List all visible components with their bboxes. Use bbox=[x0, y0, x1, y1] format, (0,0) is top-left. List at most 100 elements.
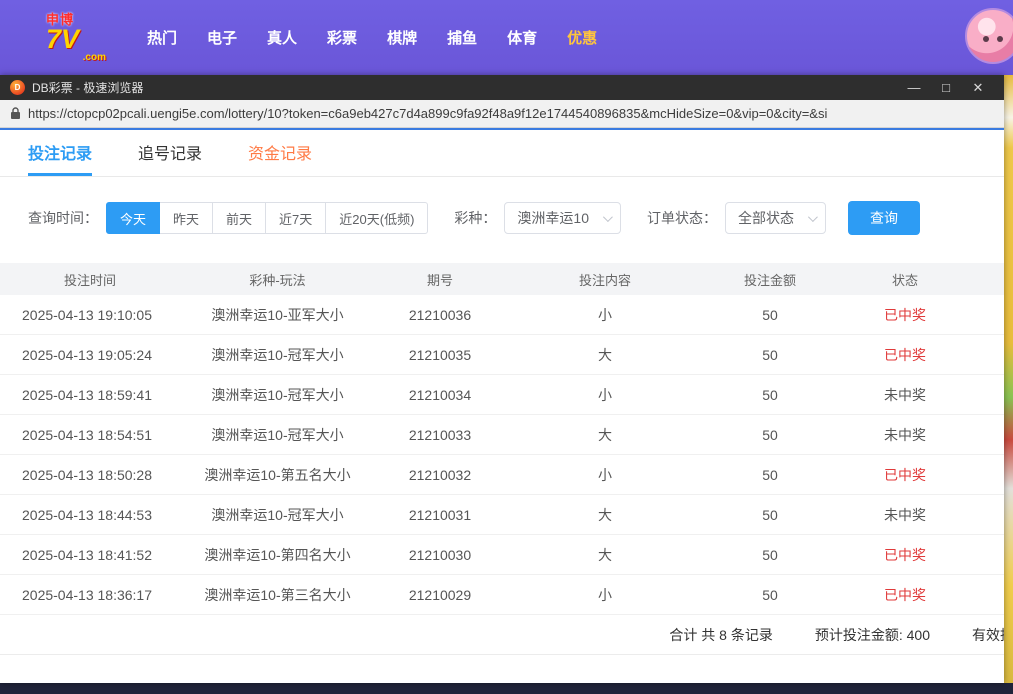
status-badge: 未中奖 bbox=[835, 425, 975, 445]
bet-amount: 50 bbox=[705, 387, 835, 403]
issue-number: 21210036 bbox=[375, 307, 505, 323]
bet-content: 小 bbox=[505, 585, 705, 605]
order-status-label: 订单状态： bbox=[647, 208, 717, 228]
url-text[interactable]: https://ctopcp02pcali.uengi5e.com/lotter… bbox=[28, 106, 994, 121]
status-badge: 已中奖 bbox=[835, 305, 975, 325]
lottery-label: 彩种： bbox=[454, 208, 496, 228]
nav-item-5[interactable]: 棋牌 bbox=[387, 27, 417, 48]
bet-amount: 50 bbox=[705, 307, 835, 323]
table-body: 2025-04-13 19:10:05澳洲幸运10-亚军大小21210036小5… bbox=[0, 295, 1004, 615]
nav-item-6[interactable]: 捕鱼 bbox=[447, 27, 477, 48]
bet-amount: 50 bbox=[705, 427, 835, 443]
tab-1[interactable]: 投注记录 bbox=[28, 130, 92, 176]
bet-content: 大 bbox=[505, 345, 705, 365]
column-header: 彩种-玩法 bbox=[180, 270, 375, 289]
game-play: 澳洲幸运10-冠军大小 bbox=[180, 345, 375, 365]
background-page-bottom bbox=[0, 683, 1013, 694]
table-row: 2025-04-13 18:41:52澳洲幸运10-第四名大小21210030大… bbox=[0, 535, 1004, 575]
tab-3[interactable]: 资金记录 bbox=[248, 130, 312, 176]
bet-content: 小 bbox=[505, 385, 705, 405]
tabs: 投注记录追号记录资金记录 bbox=[0, 130, 1004, 177]
window-titlebar[interactable]: D DB彩票 - 极速浏览器 — □ ✕ bbox=[0, 75, 1004, 100]
table-header: 投注时间彩种-玩法期号投注内容投注金额状态 bbox=[0, 263, 1004, 295]
browser-app-icon: D bbox=[10, 80, 25, 95]
time-filter-2[interactable]: 昨天 bbox=[159, 202, 213, 234]
column-header: 期号 bbox=[375, 270, 505, 289]
bet-time: 2025-04-13 18:59:41 bbox=[0, 387, 180, 403]
game-play: 澳洲幸运10-冠军大小 bbox=[180, 385, 375, 405]
nav-item-8[interactable]: 优惠 bbox=[567, 27, 597, 48]
bet-amount: 50 bbox=[705, 467, 835, 483]
time-filter-group: 今天昨天前天近7天近20天(低频) bbox=[106, 202, 428, 234]
table-row: 2025-04-13 18:54:51澳洲幸运10-冠军大小21210033大5… bbox=[0, 415, 1004, 455]
chevron-down-icon bbox=[808, 212, 818, 222]
lottery-select[interactable]: 澳洲幸运10 bbox=[504, 202, 621, 234]
issue-number: 21210031 bbox=[375, 507, 505, 523]
table-row: 2025-04-13 19:10:05澳洲幸运10-亚军大小21210036小5… bbox=[0, 295, 1004, 335]
bet-content: 小 bbox=[505, 305, 705, 325]
status-badge: 未中奖 bbox=[835, 385, 975, 405]
bet-time: 2025-04-13 19:05:24 bbox=[0, 347, 180, 363]
time-filter-5[interactable]: 近20天(低频) bbox=[325, 202, 428, 234]
nav-item-4[interactable]: 彩票 bbox=[327, 27, 357, 48]
user-avatar[interactable] bbox=[965, 8, 1013, 64]
issue-number: 21210030 bbox=[375, 547, 505, 563]
column-header: 投注时间 bbox=[0, 270, 180, 289]
lottery-select-value: 澳洲幸运10 bbox=[517, 208, 589, 228]
bet-amount: 50 bbox=[705, 507, 835, 523]
nav-item-7[interactable]: 体育 bbox=[507, 27, 537, 48]
game-play: 澳洲幸运10-冠军大小 bbox=[180, 425, 375, 445]
browser-window: D DB彩票 - 极速浏览器 — □ ✕ https://ctopcp02pca… bbox=[0, 75, 1004, 683]
order-status-select[interactable]: 全部状态 bbox=[725, 202, 826, 234]
bet-content: 大 bbox=[505, 425, 705, 445]
table-row: 2025-04-13 19:05:24澳洲幸运10-冠军大小21210035大5… bbox=[0, 335, 1004, 375]
minimize-icon[interactable]: — bbox=[898, 80, 930, 95]
site-logo[interactable]: 申博 7V .com bbox=[46, 13, 106, 63]
summary-bar: 合计 共 8 条记录 预计投注金额: 400 有效投注金额 bbox=[0, 615, 1004, 655]
window-title: DB彩票 - 极速浏览器 bbox=[32, 79, 143, 96]
game-play: 澳洲幸运10-第三名大小 bbox=[180, 585, 375, 605]
issue-number: 21210034 bbox=[375, 387, 505, 403]
query-button[interactable]: 查询 bbox=[848, 201, 920, 235]
nav-item-3[interactable]: 真人 bbox=[267, 27, 297, 48]
bet-content: 大 bbox=[505, 505, 705, 525]
time-filter-label: 查询时间： bbox=[28, 208, 98, 228]
bet-amount: 50 bbox=[705, 347, 835, 363]
time-filter-4[interactable]: 近7天 bbox=[265, 202, 326, 234]
summary-total: 合计 共 8 条记录 bbox=[669, 625, 772, 645]
issue-number: 21210033 bbox=[375, 427, 505, 443]
bet-content: 大 bbox=[505, 545, 705, 565]
window-controls: — □ ✕ bbox=[898, 80, 994, 96]
page-content: 投注记录追号记录资金记录 查询时间： 今天昨天前天近7天近20天(低频) 彩种：… bbox=[0, 128, 1004, 683]
tab-2[interactable]: 追号记录 bbox=[138, 130, 202, 176]
address-bar[interactable]: https://ctopcp02pcali.uengi5e.com/lotter… bbox=[0, 100, 1004, 128]
game-play: 澳洲幸运10-第五名大小 bbox=[180, 465, 375, 485]
bet-time: 2025-04-13 18:44:53 bbox=[0, 507, 180, 523]
bet-time: 2025-04-13 18:36:17 bbox=[0, 587, 180, 603]
status-badge: 未中奖 bbox=[835, 505, 975, 525]
bet-amount: 50 bbox=[705, 547, 835, 563]
time-filter-3[interactable]: 前天 bbox=[212, 202, 266, 234]
time-filter-1[interactable]: 今天 bbox=[106, 202, 160, 234]
game-play: 澳洲幸运10-冠军大小 bbox=[180, 505, 375, 525]
chevron-down-icon bbox=[603, 212, 613, 222]
bet-records-table: 投注时间彩种-玩法期号投注内容投注金额状态 2025-04-13 19:10:0… bbox=[0, 263, 1004, 615]
summary-valid-amount: 有效投注金额 bbox=[972, 625, 1004, 645]
game-play: 澳洲幸运10-亚军大小 bbox=[180, 305, 375, 325]
table-row: 2025-04-13 18:59:41澳洲幸运10-冠军大小21210034小5… bbox=[0, 375, 1004, 415]
issue-number: 21210029 bbox=[375, 587, 505, 603]
site-nav: 热门 电子 真人 彩票 棋牌 捕鱼 体育 优惠 bbox=[132, 27, 612, 48]
column-header: 投注内容 bbox=[505, 270, 705, 289]
bet-content: 小 bbox=[505, 465, 705, 485]
page-root: 申博 7V .com 热门 电子 真人 彩票 棋牌 捕鱼 体育 优惠 D DB彩票 - 极速浏… bbox=[0, 0, 1013, 694]
table-row: 2025-04-13 18:50:28澳洲幸运10-第五名大小21210032小… bbox=[0, 455, 1004, 495]
logo-main-text: 7V bbox=[46, 26, 106, 53]
logo-suffix-text: .com bbox=[46, 53, 106, 63]
close-icon[interactable]: ✕ bbox=[962, 80, 994, 96]
bet-time: 2025-04-13 19:10:05 bbox=[0, 307, 180, 323]
nav-item-1[interactable]: 热门 bbox=[147, 27, 177, 48]
status-badge: 已中奖 bbox=[835, 345, 975, 365]
nav-item-2[interactable]: 电子 bbox=[207, 27, 237, 48]
summary-expected-amount: 预计投注金额: 400 bbox=[815, 625, 930, 645]
maximize-icon[interactable]: □ bbox=[930, 80, 962, 95]
